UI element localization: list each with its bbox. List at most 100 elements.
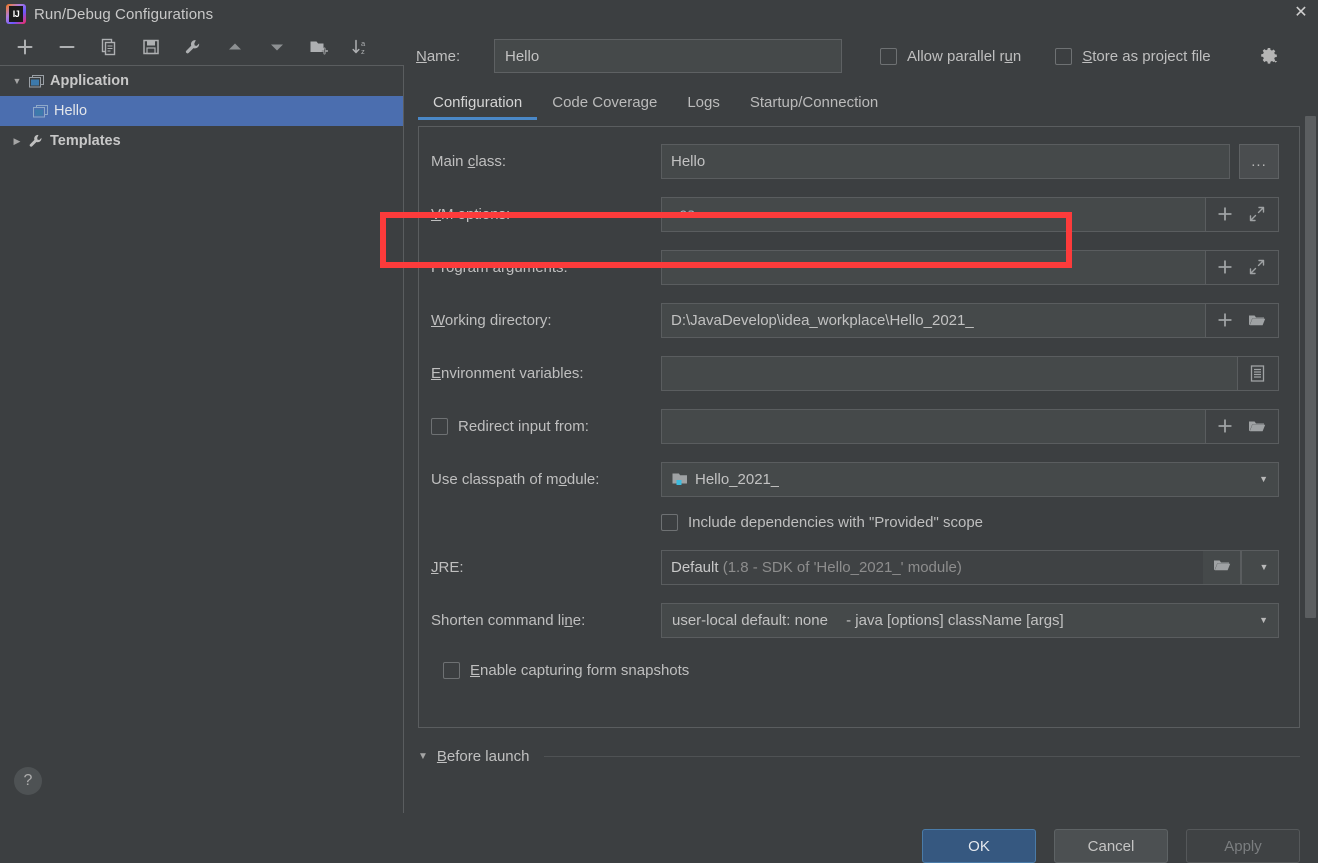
folder-icon[interactable] bbox=[1248, 417, 1266, 435]
redirect-input-row: Redirect input from: bbox=[431, 406, 1279, 446]
expand-icon[interactable] bbox=[1248, 205, 1266, 223]
add-configuration-button[interactable] bbox=[14, 36, 36, 58]
main-class-input[interactable]: Hello bbox=[661, 143, 1230, 179]
configurations-tree[interactable]: ▼ Application Hello ▶ Templates bbox=[0, 65, 404, 813]
chevron-right-icon[interactable]: ▶ bbox=[8, 136, 26, 147]
copy-configuration-button[interactable] bbox=[98, 36, 120, 58]
jre-browse-button[interactable] bbox=[1203, 549, 1241, 585]
intellij-idea-logo-icon bbox=[6, 4, 26, 24]
dialog-body: a z ▼ Application Hello ▶ Templates ? Na… bbox=[0, 28, 1318, 813]
enable-capturing-row: Enable capturing form snapshots bbox=[431, 653, 1279, 687]
folder-icon bbox=[1213, 558, 1231, 577]
chevron-down-icon: ▼ bbox=[1259, 562, 1269, 572]
help-button[interactable]: ? bbox=[14, 767, 42, 795]
tree-node-templates[interactable]: ▶ Templates bbox=[0, 126, 403, 156]
macro-plus-icon[interactable] bbox=[1216, 311, 1234, 329]
move-down-button[interactable] bbox=[266, 36, 288, 58]
ok-button[interactable]: OK bbox=[922, 829, 1036, 863]
module-combobox[interactable]: Hello_2021_ ▼ bbox=[661, 461, 1279, 497]
gear-dropdown-icon[interactable] bbox=[1259, 46, 1279, 66]
macro-plus-icon[interactable] bbox=[1216, 205, 1234, 223]
module-icon bbox=[672, 472, 688, 486]
tree-node-hello[interactable]: Hello bbox=[0, 96, 403, 126]
enable-capturing-form-snapshots-checkbox[interactable]: Enable capturing form snapshots bbox=[443, 661, 689, 679]
header-options: Allow parallel run Store as project file bbox=[880, 46, 1279, 66]
include-provided-label: Include dependencies with "Provided" sco… bbox=[688, 513, 984, 531]
apply-button[interactable]: Apply bbox=[1186, 829, 1300, 863]
vm-options-input[interactable]: -ea bbox=[661, 196, 1206, 232]
application-icon bbox=[26, 74, 46, 88]
jre-input[interactable]: Default (1.8 - SDK of 'Hello_2021_' modu… bbox=[661, 549, 1203, 585]
environment-variables-input[interactable] bbox=[661, 355, 1238, 391]
tab-code-coverage[interactable]: Code Coverage bbox=[537, 94, 672, 120]
cancel-button[interactable]: Cancel bbox=[1054, 829, 1168, 863]
program-arguments-row: Program arguments: bbox=[431, 247, 1279, 287]
before-launch-section[interactable]: ▼ Before launch bbox=[418, 748, 1300, 765]
wrench-icon bbox=[26, 133, 46, 149]
new-folder-button[interactable] bbox=[308, 36, 330, 58]
scrollbar-thumb[interactable] bbox=[1305, 116, 1316, 618]
chevron-down-icon[interactable]: ▼ bbox=[418, 751, 428, 762]
save-configuration-button[interactable] bbox=[140, 36, 162, 58]
title-bar: Run/Debug Configurations ✕ bbox=[0, 0, 1318, 28]
vm-options-label: VM options: bbox=[431, 205, 511, 223]
environment-variables-row: Environment variables: bbox=[431, 353, 1279, 393]
store-as-project-file-label: Store as project file bbox=[1082, 47, 1211, 65]
jre-dropdown-button[interactable]: ▼ bbox=[1241, 549, 1279, 585]
store-as-project-file-checkbox[interactable]: Store as project file bbox=[1055, 47, 1211, 65]
working-directory-actions bbox=[1206, 302, 1279, 338]
shorten-command-line-hint: - java [options] className [args] bbox=[846, 611, 1064, 629]
vm-options-actions bbox=[1206, 196, 1279, 232]
tree-node-label: Templates bbox=[50, 133, 121, 149]
macro-plus-icon[interactable] bbox=[1216, 258, 1234, 276]
main-class-browse-button[interactable]: ... bbox=[1239, 143, 1279, 179]
tree-node-application[interactable]: ▼ Application bbox=[0, 66, 403, 96]
vm-options-row: VM options: -ea bbox=[431, 194, 1279, 234]
environment-variables-actions bbox=[1238, 355, 1279, 391]
editor-tabs: Configuration Code Coverage Logs Startup… bbox=[404, 84, 1300, 120]
include-provided-checkbox[interactable]: Include dependencies with "Provided" sco… bbox=[661, 513, 984, 531]
tab-configuration[interactable]: Configuration bbox=[418, 94, 538, 120]
folder-icon[interactable] bbox=[1248, 311, 1266, 329]
section-divider bbox=[544, 756, 1300, 757]
env-list-icon[interactable] bbox=[1248, 364, 1266, 382]
tree-node-label: Hello bbox=[54, 103, 88, 119]
program-arguments-actions bbox=[1206, 249, 1279, 285]
configuration-editor-panel: Name: Allow parallel run Store as projec… bbox=[404, 28, 1318, 813]
move-up-button[interactable] bbox=[224, 36, 246, 58]
remove-configuration-button[interactable] bbox=[56, 36, 78, 58]
allow-parallel-run-checkbox[interactable]: Allow parallel run bbox=[880, 47, 1022, 65]
redirect-input-actions bbox=[1206, 408, 1279, 444]
chevron-down-icon[interactable]: ▼ bbox=[8, 76, 26, 86]
jre-row: JRE: Default (1.8 - SDK of 'Hello_2021_'… bbox=[431, 547, 1279, 587]
sort-configurations-button[interactable]: a z bbox=[350, 36, 372, 58]
shorten-command-line-label: Shorten command line: bbox=[431, 611, 586, 629]
tab-startup-connection[interactable]: Startup/Connection bbox=[735, 94, 893, 120]
shorten-command-line-row: Shorten command line: user-local default… bbox=[431, 600, 1279, 640]
environment-variables-label: Environment variables: bbox=[431, 364, 584, 382]
program-arguments-label: Program arguments: bbox=[431, 258, 568, 276]
redirect-input-checkbox[interactable]: Redirect input from: bbox=[431, 417, 661, 435]
name-input[interactable] bbox=[494, 39, 842, 73]
shorten-command-line-combobox[interactable]: user-local default: none - java [options… bbox=[661, 602, 1279, 638]
jre-value-hint: (1.8 - SDK of 'Hello_2021_' module) bbox=[722, 558, 962, 576]
name-label: Name: bbox=[416, 47, 461, 65]
before-launch-label: Before launch bbox=[436, 748, 530, 765]
program-arguments-input[interactable] bbox=[661, 249, 1206, 285]
tree-node-label: Application bbox=[50, 73, 129, 89]
macro-plus-icon[interactable] bbox=[1216, 417, 1234, 435]
working-directory-label: Working directory: bbox=[431, 311, 552, 329]
close-icon[interactable]: ✕ bbox=[1290, 2, 1312, 24]
vertical-scrollbar[interactable] bbox=[1305, 86, 1316, 618]
expand-icon[interactable] bbox=[1248, 258, 1266, 276]
working-directory-input[interactable]: D:\JavaDevelop\idea_workplace\Hello_2021… bbox=[661, 302, 1206, 338]
tab-logs[interactable]: Logs bbox=[672, 94, 735, 120]
chevron-down-icon[interactable]: ▼ bbox=[1259, 474, 1268, 484]
chevron-down-icon[interactable]: ▼ bbox=[1259, 615, 1268, 625]
allow-parallel-run-label: Allow parallel run bbox=[907, 47, 1022, 65]
checkbox-box bbox=[880, 47, 897, 65]
edit-templates-wrench-icon[interactable] bbox=[182, 36, 204, 58]
redirect-input-field[interactable] bbox=[661, 408, 1206, 444]
main-class-row: Main class: Hello ... bbox=[431, 141, 1279, 181]
configuration-form: Main class: Hello ... VM options: -ea Pr… bbox=[418, 126, 1300, 728]
